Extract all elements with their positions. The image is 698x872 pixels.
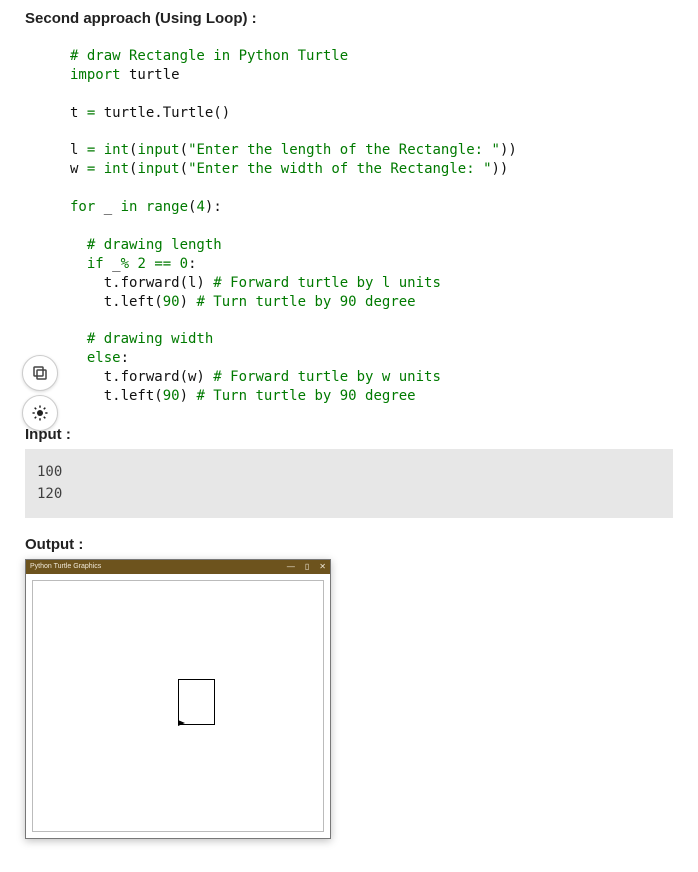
window-title: Python Turtle Graphics: [30, 563, 287, 570]
window-close-button[interactable]: ✕: [319, 562, 326, 571]
output-label: Output :: [25, 536, 673, 553]
input-label: Input :: [25, 426, 673, 443]
copy-icon: [31, 364, 49, 382]
theme-toggle-button[interactable]: [22, 395, 58, 431]
turtle-canvas: [32, 580, 324, 832]
canvas-container: [26, 574, 330, 838]
input-line: 100: [37, 461, 661, 483]
copy-button[interactable]: [22, 355, 58, 391]
input-box: 100 120: [25, 449, 673, 518]
drawn-rectangle: [178, 679, 215, 725]
code-content: # draw Rectangle in Python Turtle import…: [70, 47, 673, 406]
gear-icon: [31, 404, 49, 422]
window-titlebar: Python Turtle Graphics — ▯ ✕: [26, 560, 330, 574]
window-maximize-button[interactable]: ▯: [305, 562, 309, 571]
code-block: # draw Rectangle in Python Turtle import…: [70, 47, 673, 406]
section-heading: Second approach (Using Loop) :: [25, 10, 673, 27]
input-line: 120: [37, 483, 661, 505]
turtle-cursor-icon: [178, 720, 185, 726]
window-minimize-button[interactable]: —: [287, 562, 295, 571]
turtle-window: Python Turtle Graphics — ▯ ✕: [25, 559, 331, 839]
